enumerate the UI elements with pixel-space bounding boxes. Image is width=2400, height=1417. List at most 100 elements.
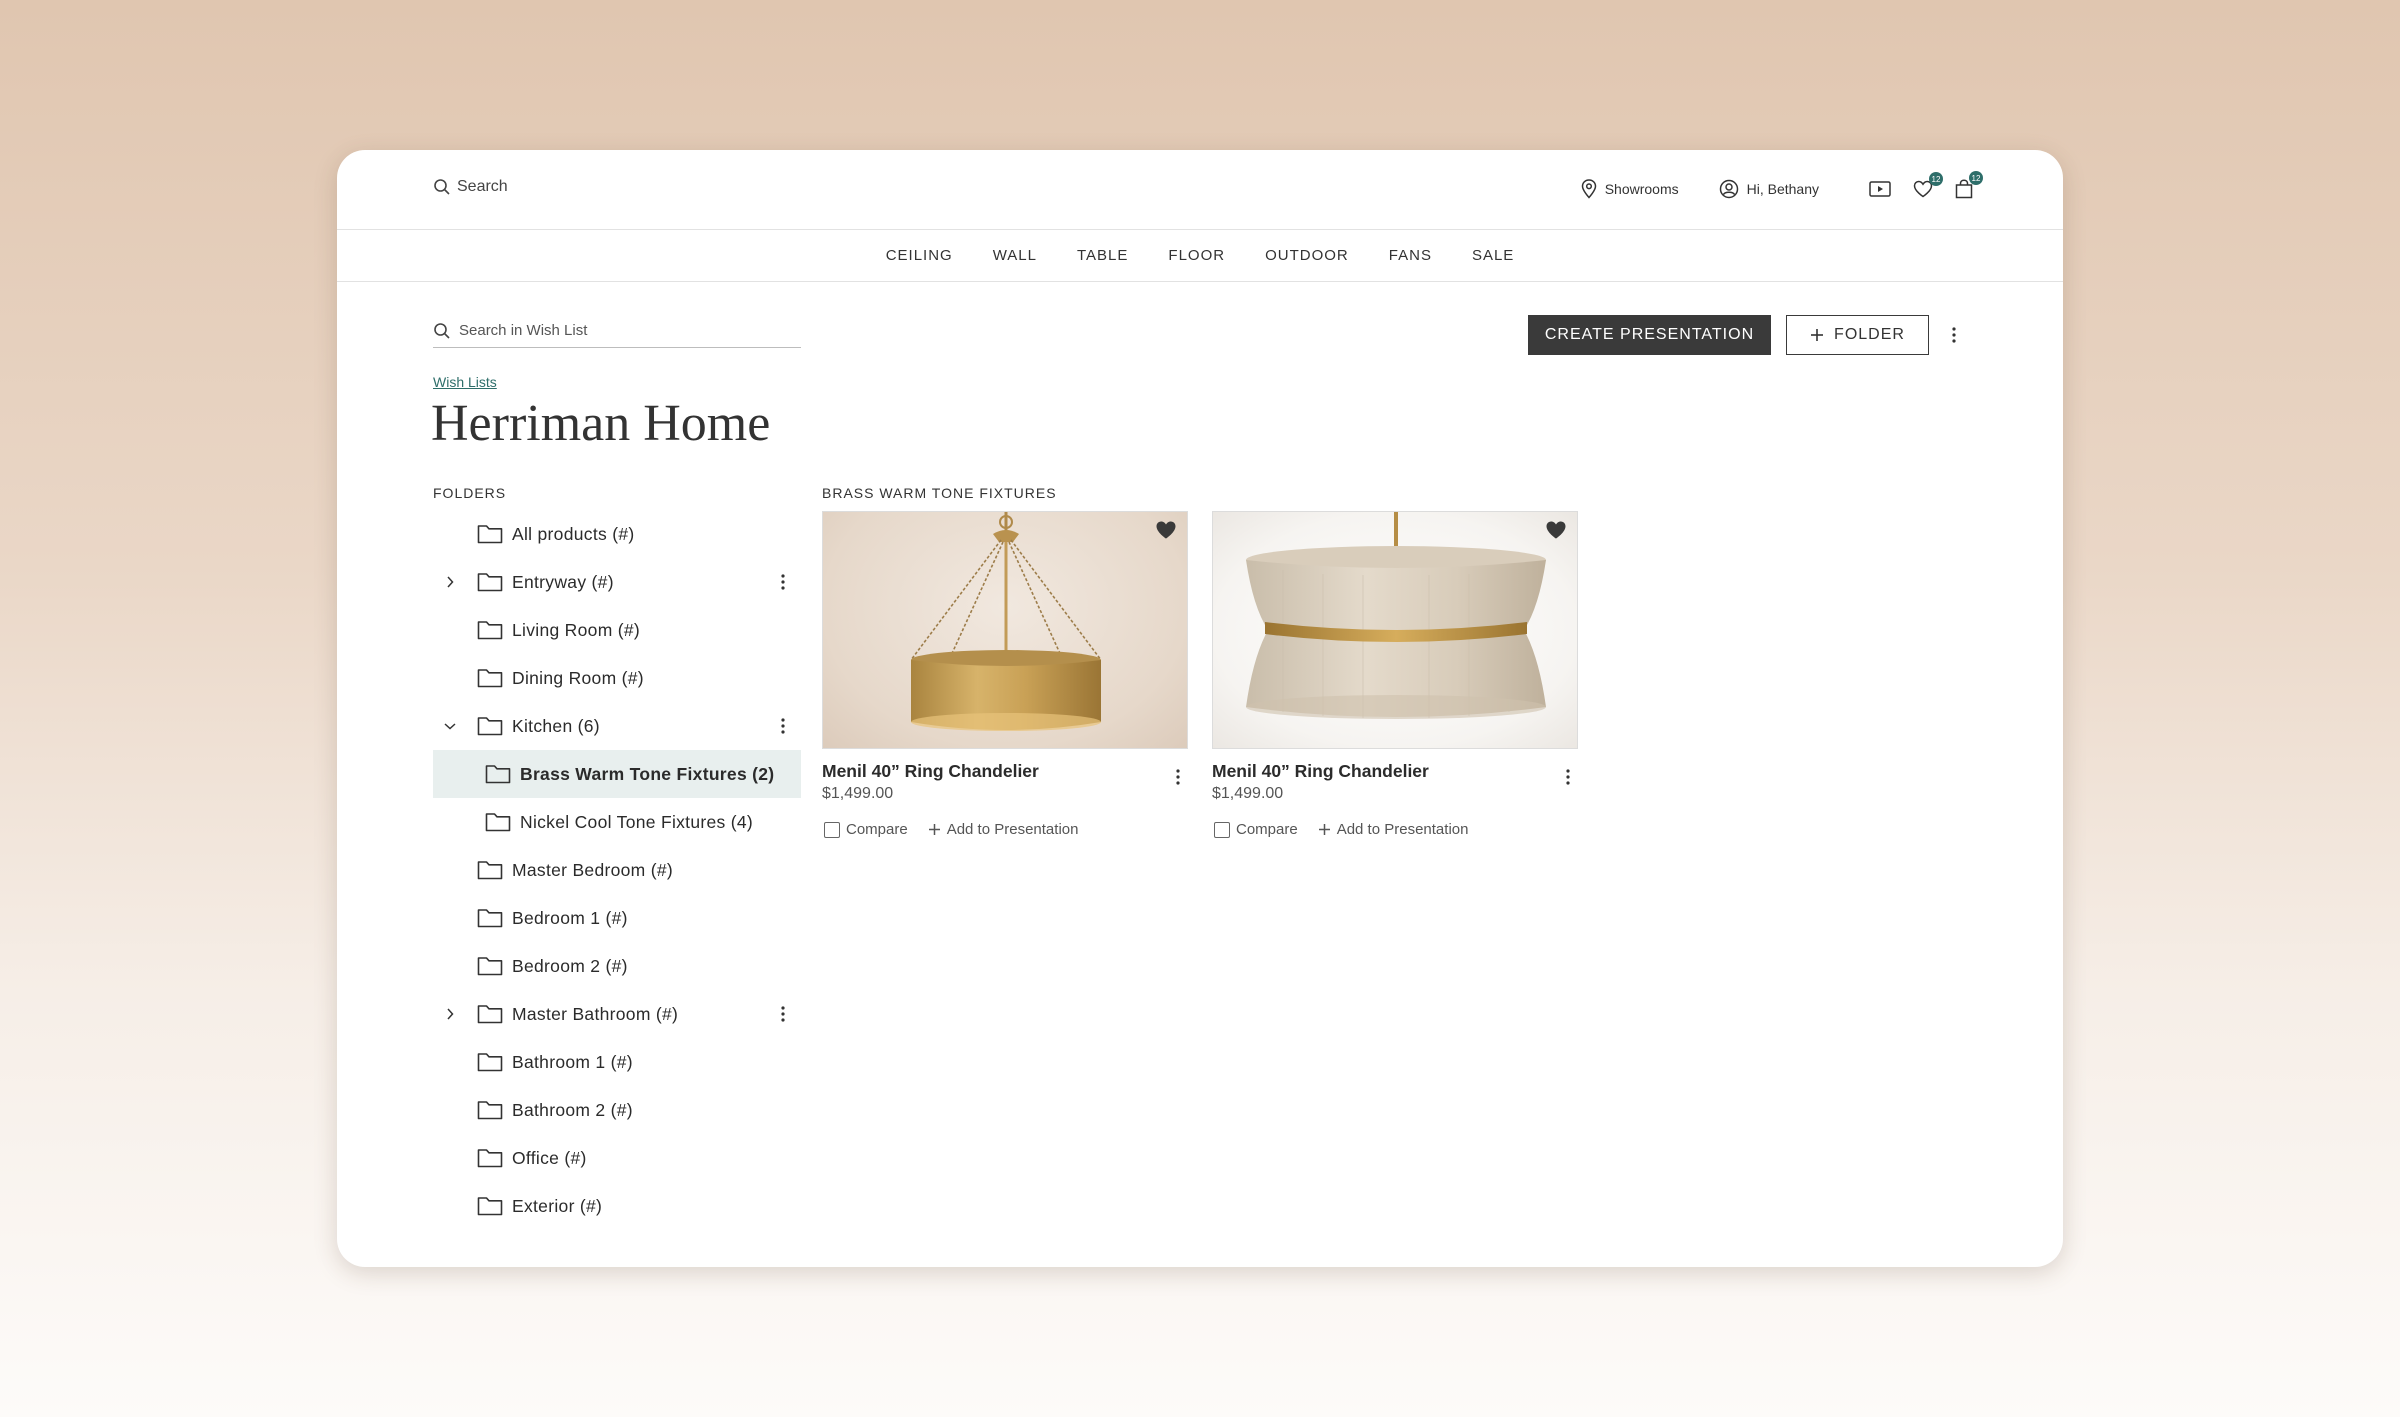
compare-checkbox[interactable]: Compare [1214, 821, 1298, 838]
section-title: BRASS WARM TONE FIXTURES [822, 485, 1057, 501]
compare-label: Compare [1236, 821, 1298, 838]
product-actions: Compare Add to Presentation [1214, 821, 1468, 838]
favorite-heart-icon[interactable] [1545, 520, 1567, 545]
folder-label: All products (#) [512, 523, 635, 544]
add-to-presentation-label: Add to Presentation [946, 821, 1079, 838]
folder-label: Master Bedroom (#) [512, 859, 674, 880]
nav-item-wall[interactable]: WALL [993, 247, 1037, 264]
folder-bathroom-1[interactable]: Bathroom 1 (#) [433, 1038, 801, 1086]
search-icon [434, 179, 450, 195]
kebab-menu-icon [1952, 327, 1956, 343]
folder-label: Bedroom 2 (#) [512, 955, 628, 976]
folder-entryway[interactable]: Entryway (#) [433, 558, 801, 606]
breadcrumb-wish-lists[interactable]: Wish Lists [433, 374, 497, 390]
page-title: Herriman Home [431, 395, 771, 452]
folder-label: Bathroom 2 (#) [512, 1099, 633, 1120]
nav-item-ceiling[interactable]: CEILING [886, 247, 953, 264]
add-folder-button[interactable]: FOLDER [1786, 315, 1929, 355]
folder-label: Office (#) [512, 1147, 587, 1168]
folder-label: Brass Warm Tone Fixtures (2) [520, 763, 775, 784]
folder-menu-kebab-icon[interactable] [777, 570, 789, 594]
product-actions: Compare Add to Presentation [824, 821, 1078, 838]
folder-label: Bedroom 1 (#) [512, 907, 628, 928]
product-price: $1,499.00 [1212, 785, 1284, 802]
chevron-down-icon[interactable] [443, 719, 457, 733]
showrooms-label: Showrooms [1604, 181, 1679, 197]
folder-bathroom-2[interactable]: Bathroom 2 (#) [433, 1086, 801, 1134]
site-search-label: Search [457, 178, 508, 195]
wishlist-button[interactable]: 12 [1913, 172, 1943, 198]
compare-checkbox[interactable]: Compare [824, 821, 908, 838]
subfolder-nickel-cool-tone[interactable]: Nickel Cool Tone Fixtures (4) [433, 798, 801, 846]
folder-label: Dining Room (#) [512, 667, 644, 688]
folder-label: Nickel Cool Tone Fixtures (4) [520, 811, 754, 832]
nav-item-table[interactable]: TABLE [1077, 247, 1128, 264]
greeting-label: Hi, Bethany [1746, 181, 1819, 197]
site-search[interactable]: Search [433, 178, 508, 196]
folder-icon [477, 668, 503, 688]
folders-heading: FOLDERS [433, 485, 507, 501]
plus-icon [1318, 824, 1330, 835]
folder-master-bathroom[interactable]: Master Bathroom (#) [433, 990, 801, 1038]
folder-bedroom-1[interactable]: Bedroom 1 (#) [433, 894, 801, 942]
folder-icon [477, 716, 503, 736]
more-options-button[interactable] [1946, 322, 1962, 348]
folder-living-room[interactable]: Living Room (#) [433, 606, 801, 654]
folder-dining-room[interactable]: Dining Room (#) [433, 654, 801, 702]
folder-master-bedroom[interactable]: Master Bedroom (#) [433, 846, 801, 894]
folder-icon [485, 812, 511, 832]
nav-item-outdoor[interactable]: OUTDOOR [1265, 247, 1349, 264]
wishlist-count-badge: 12 [1929, 172, 1943, 186]
folder-label: Entryway (#) [512, 571, 614, 592]
product-name[interactable]: Menil 40” Ring Chandelier [822, 761, 1039, 782]
folder-bedroom-2[interactable]: Bedroom 2 (#) [433, 942, 801, 990]
folder-menu-kebab-icon[interactable] [777, 714, 789, 738]
video-button[interactable] [1869, 180, 1891, 198]
add-to-presentation-button[interactable]: Add to Presentation [1318, 821, 1468, 838]
chevron-right-icon[interactable] [443, 575, 457, 589]
folder-label: Bathroom 1 (#) [512, 1051, 633, 1072]
nav-item-floor[interactable]: FLOOR [1168, 247, 1225, 264]
cart-count-badge: 12 [1969, 171, 1983, 185]
product-image[interactable] [1212, 511, 1578, 749]
wishlist-search-input[interactable] [459, 322, 779, 339]
add-to-presentation-button[interactable]: Add to Presentation [928, 821, 1079, 838]
create-presentation-button[interactable]: CREATE PRESENTATION [1528, 315, 1771, 355]
folder-icon [477, 620, 503, 640]
cart-button[interactable]: 12 [1955, 171, 1983, 199]
plus-icon [928, 824, 940, 835]
account-link[interactable]: Hi, Bethany [1719, 179, 1819, 199]
product-menu-kebab-icon[interactable] [1172, 765, 1184, 789]
product-image[interactable] [822, 511, 1188, 749]
user-icon [1719, 179, 1738, 199]
folder-label: Kitchen (6) [512, 715, 600, 736]
search-icon [434, 322, 450, 339]
folder-icon [477, 524, 503, 544]
product-menu-kebab-icon[interactable] [1562, 765, 1574, 789]
folder-label: Master Bathroom (#) [512, 1003, 679, 1024]
folder-kitchen[interactable]: Kitchen (6) [433, 702, 801, 750]
checkbox-icon [824, 821, 840, 838]
folder-all-products[interactable]: All products (#) [433, 510, 801, 558]
nav-item-sale[interactable]: SALE [1472, 247, 1514, 264]
folder-icon [477, 956, 503, 976]
folder-exterior[interactable]: Exterior (#) [433, 1182, 801, 1230]
category-nav: CEILING WALL TABLE FLOOR OUTDOOR FANS SA… [337, 230, 2063, 282]
product-price: $1,499.00 [822, 785, 894, 802]
product-name[interactable]: Menil 40” Ring Chandelier [1212, 761, 1429, 782]
nav-item-fans[interactable]: FANS [1389, 247, 1432, 264]
folder-menu-kebab-icon[interactable] [777, 1002, 789, 1026]
wishlist-search [433, 314, 801, 348]
folder-label: Living Room (#) [512, 619, 641, 640]
chevron-right-icon[interactable] [443, 1007, 457, 1021]
showrooms-link[interactable]: Showrooms [1581, 179, 1679, 199]
drum-chandelier-image [910, 512, 1102, 731]
favorite-heart-icon[interactable] [1155, 520, 1177, 545]
subfolder-brass-warm-tone[interactable]: Brass Warm Tone Fixtures (2) [433, 750, 801, 798]
header-utilities: Showrooms Hi, Bethany 12 12 [1541, 171, 1983, 202]
location-pin-icon [1581, 179, 1596, 199]
folder-office[interactable]: Office (#) [433, 1134, 801, 1182]
rope-drum-chandelier-image [1246, 512, 1546, 719]
folder-icon [477, 1196, 503, 1216]
folder-icon [477, 1052, 503, 1072]
